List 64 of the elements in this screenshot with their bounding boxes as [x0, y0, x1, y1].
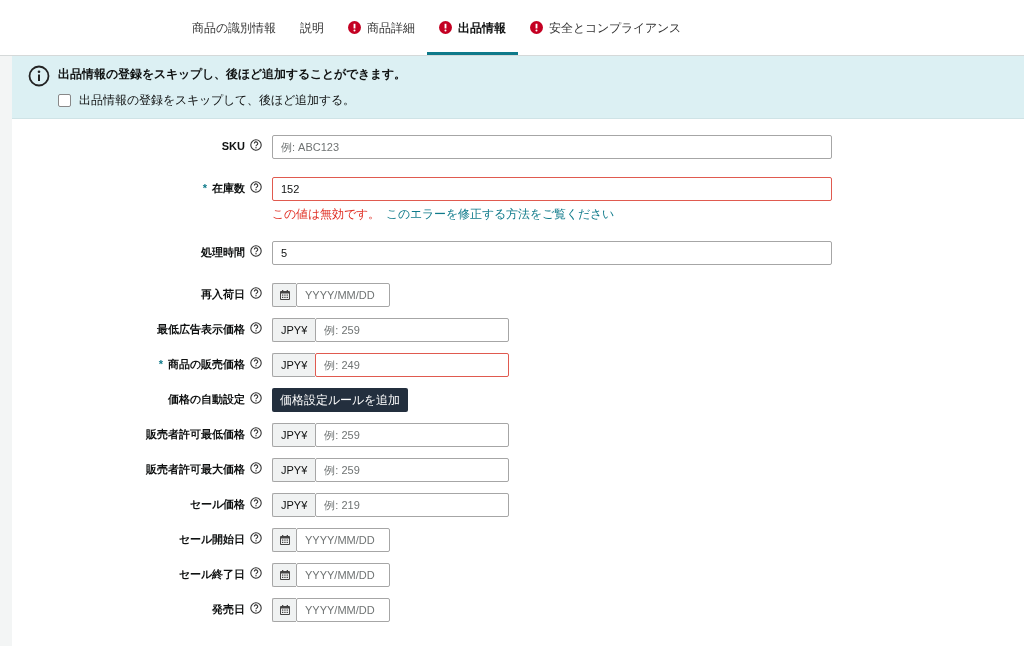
help-icon[interactable]: [250, 181, 262, 193]
help-icon[interactable]: [250, 357, 262, 369]
help-icon[interactable]: [250, 567, 262, 579]
error-message: この値は無効です。: [272, 207, 380, 221]
required-asterisk: *: [158, 357, 163, 372]
input-field[interactable]: YYYY/MM/DD: [296, 563, 390, 587]
tab[interactable]: 説明: [288, 0, 336, 55]
field-label: 商品の販売価格: [168, 357, 245, 372]
tab[interactable]: 安全とコンプライアンス: [518, 0, 693, 55]
help-icon[interactable]: [250, 532, 262, 544]
calendar-icon: [278, 569, 291, 581]
help-icon[interactable]: [250, 392, 262, 404]
tab[interactable]: 商品の識別情報: [180, 0, 288, 55]
input-field[interactable]: YYYY/MM/DD: [296, 598, 390, 622]
field-label: セール開始日: [179, 532, 245, 547]
field-label: 販売者許可最大価格: [146, 462, 245, 477]
help-icon[interactable]: [250, 245, 262, 257]
field-label: 最低広告表示価格: [157, 322, 245, 337]
calendar-icon: [278, 604, 291, 616]
field-label: セール終了日: [179, 567, 245, 582]
skip-checkbox[interactable]: [58, 93, 71, 107]
info-icon: [28, 65, 50, 87]
calendar-button[interactable]: [272, 283, 296, 307]
help-link[interactable]: このエラーを修正する方法をご覧ください: [386, 207, 614, 221]
input-field[interactable]: 例: 259: [315, 423, 510, 447]
currency-prefix: JPY¥: [272, 318, 316, 342]
calendar-icon: [278, 289, 291, 301]
input-field[interactable]: YYYY/MM/DD: [296, 528, 390, 552]
required-asterisk: *: [202, 181, 207, 196]
field-label: 再入荷日: [201, 287, 245, 302]
input-field[interactable]: 5: [272, 241, 832, 265]
input-field[interactable]: 例: 249: [315, 353, 510, 377]
field-label: 処理時間: [201, 245, 245, 260]
calendar-button[interactable]: [272, 563, 296, 587]
input-field[interactable]: 例: 219: [315, 493, 510, 517]
input-field[interactable]: 152: [272, 177, 832, 201]
input-field[interactable]: 例: ABC123: [272, 135, 832, 159]
calendar-icon: [278, 534, 291, 546]
help-icon[interactable]: [250, 139, 262, 151]
currency-prefix: JPY¥: [272, 458, 316, 482]
notice-message: 出品情報の登録をスキップし、後ほど追加することができます。: [58, 66, 406, 83]
field-label: SKU: [221, 139, 245, 154]
help-icon[interactable]: [250, 322, 262, 334]
input-field[interactable]: 例: 259: [315, 458, 510, 482]
currency-prefix: JPY¥: [272, 353, 316, 377]
checkbox-label: 出品情報の登録をスキップして、後ほど追加する。: [79, 92, 355, 109]
field-label: セール価格: [190, 497, 245, 512]
currency-prefix: JPY¥: [272, 423, 316, 447]
tab[interactable]: 商品詳細: [336, 0, 427, 55]
help-icon[interactable]: [250, 287, 262, 299]
currency-prefix: JPY¥: [272, 493, 316, 517]
help-icon[interactable]: [250, 462, 262, 474]
calendar-button[interactable]: [272, 598, 296, 622]
calendar-button[interactable]: [272, 528, 296, 552]
help-icon[interactable]: [250, 602, 262, 614]
input-field[interactable]: 例: 259: [315, 318, 510, 342]
field-label: 発売日: [212, 602, 245, 617]
field-label: 在庫数: [212, 181, 245, 196]
help-icon[interactable]: [250, 497, 262, 509]
input-field[interactable]: YYYY/MM/DD: [296, 283, 390, 307]
field-label: 販売者許可最低価格: [146, 427, 245, 442]
add-rule-button[interactable]: 価格設定ルールを追加: [272, 388, 408, 412]
help-icon[interactable]: [250, 427, 262, 439]
field-label: 価格の自動設定: [168, 392, 245, 407]
